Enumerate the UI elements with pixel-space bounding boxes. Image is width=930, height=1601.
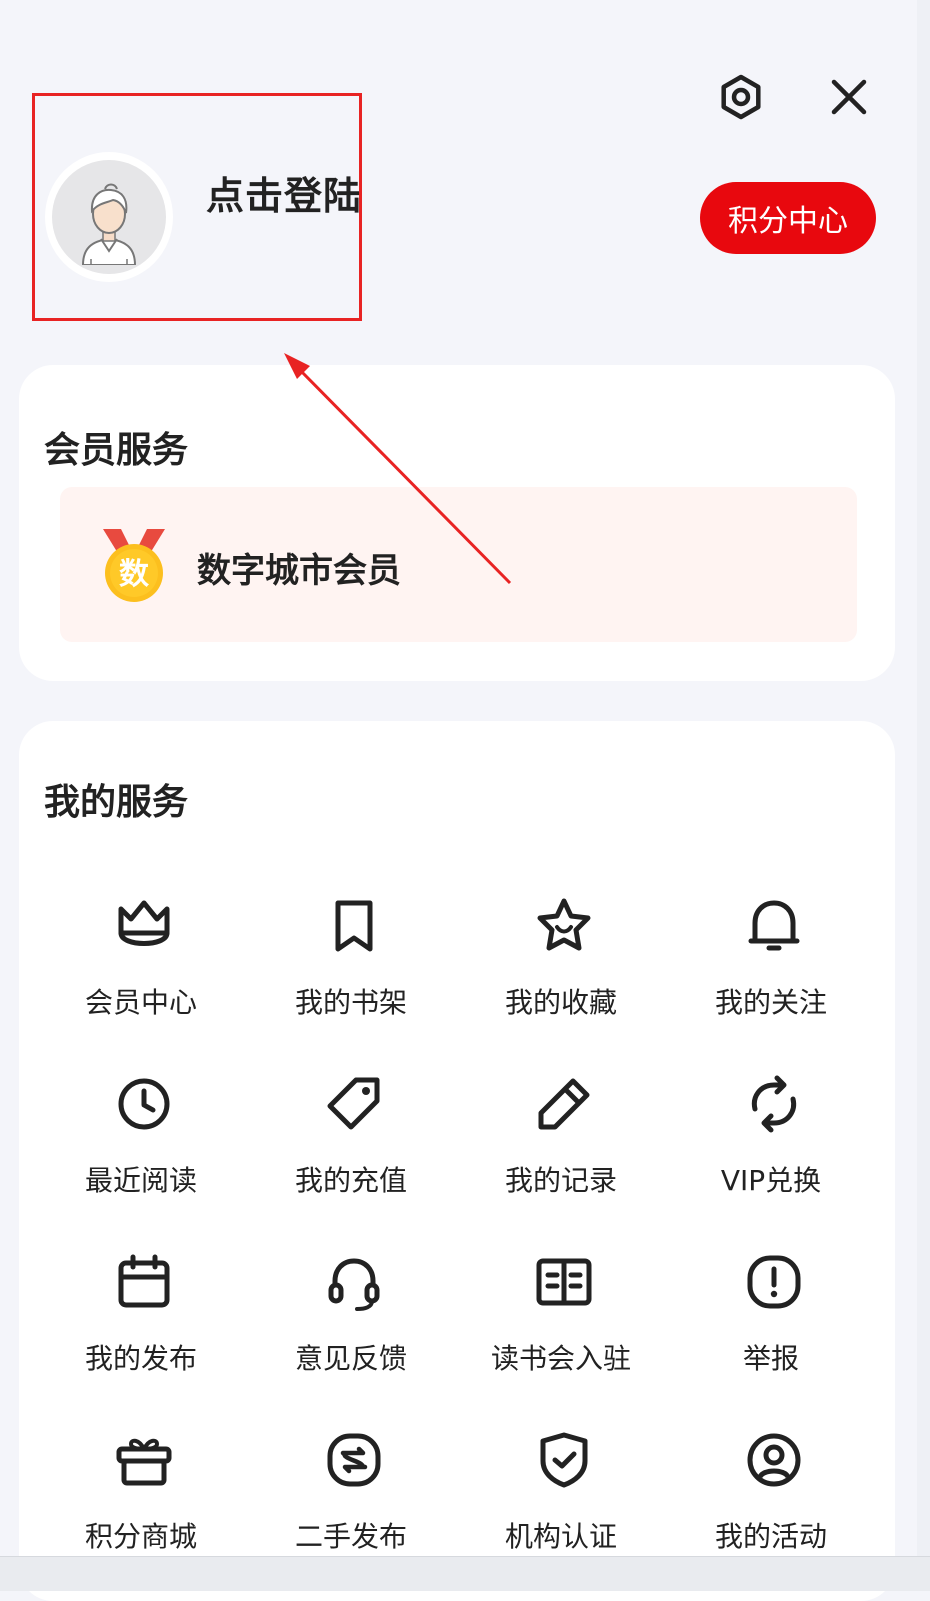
service-feedback[interactable]: 意见反馈	[266, 1227, 436, 1377]
bell-icon	[748, 900, 800, 951]
points-center-button[interactable]: 积分中心	[700, 182, 876, 254]
my-services-card: 我的服务 会员中心 我的书架 我的收藏 我的关注 最近阅读 我的充值 我的记录 …	[19, 721, 895, 1601]
my-services-title: 我的服务	[44, 782, 189, 823]
app-screen: 点击登陆 积分中心 会员服务 数 数字城市会员 我的服务 会员中心 我的书架 我…	[0, 0, 917, 1601]
service-label: 我的充值	[294, 1164, 407, 1197]
service-label: 会员中心	[84, 986, 197, 1019]
screen-edge	[917, 0, 930, 1590]
service-label: 举报	[742, 1342, 799, 1375]
close-icon[interactable]	[817, 65, 881, 129]
book-open-icon	[536, 1258, 592, 1306]
service-secondhand[interactable]: 二手发布	[266, 1405, 436, 1555]
service-org-certification[interactable]: 机构认证	[476, 1405, 646, 1555]
star-icon	[537, 898, 591, 951]
pencil-icon	[538, 1078, 590, 1130]
service-label: 我的发布	[84, 1342, 197, 1375]
service-bookshelf[interactable]: 我的书架	[266, 871, 436, 1021]
service-label: 机构认证	[504, 1520, 617, 1553]
exchange-icon	[327, 1433, 381, 1487]
digital-city-member-label: 数字城市会员	[197, 551, 401, 591]
service-label: 我的关注	[714, 986, 827, 1019]
bookmark-icon	[335, 900, 373, 952]
service-my-activities[interactable]: 我的活动	[686, 1405, 856, 1555]
service-label: 意见反馈	[294, 1342, 407, 1375]
service-label: 我的书架	[294, 986, 407, 1019]
service-label: 二手发布	[294, 1520, 407, 1553]
service-recent-reading[interactable]: 最近阅读	[56, 1049, 226, 1199]
member-services-title: 会员服务	[44, 430, 189, 471]
service-label: 我的记录	[504, 1164, 617, 1197]
service-favorites[interactable]: 我的收藏	[476, 871, 646, 1021]
shield-check-icon	[540, 1432, 588, 1488]
medal-text: 数	[119, 557, 150, 592]
tag-icon	[327, 1077, 380, 1130]
member-services-card: 会员服务 数 数字城市会员	[19, 365, 895, 681]
service-label: 最近阅读	[84, 1164, 197, 1197]
service-label: 我的收藏	[504, 986, 617, 1019]
service-points-mall[interactable]: 积分商城	[56, 1405, 226, 1555]
user-circle-icon	[747, 1433, 801, 1487]
service-label: 我的活动	[714, 1520, 827, 1553]
bottom-edge	[0, 1556, 930, 1591]
service-book-club[interactable]: 读书会入驻	[476, 1227, 646, 1377]
service-following[interactable]: 我的关注	[686, 871, 856, 1021]
service-recharge[interactable]: 我的充值	[266, 1049, 436, 1199]
service-label: VIP兑换	[720, 1164, 822, 1197]
member-medal-icon: 数	[99, 527, 169, 605]
crown-icon	[118, 900, 170, 946]
service-report[interactable]: 举报	[686, 1227, 856, 1377]
digital-city-member-row[interactable]: 数 数字城市会员	[60, 487, 857, 642]
settings-icon[interactable]	[709, 65, 773, 129]
service-label: 积分商城	[84, 1520, 197, 1553]
gift-icon	[116, 1438, 172, 1486]
alert-icon	[747, 1255, 801, 1309]
calendar-icon	[118, 1254, 170, 1308]
refresh-icon	[751, 1075, 797, 1133]
service-my-posts[interactable]: 我的发布	[56, 1227, 226, 1377]
service-vip-exchange[interactable]: VIP兑换	[686, 1049, 856, 1199]
service-label: 读书会入驻	[490, 1342, 631, 1375]
headset-icon	[328, 1258, 380, 1311]
service-member-center[interactable]: 会员中心	[56, 871, 226, 1021]
clock-icon	[118, 1078, 170, 1130]
service-records[interactable]: 我的记录	[476, 1049, 646, 1199]
annotation-highlight-box	[32, 93, 362, 321]
